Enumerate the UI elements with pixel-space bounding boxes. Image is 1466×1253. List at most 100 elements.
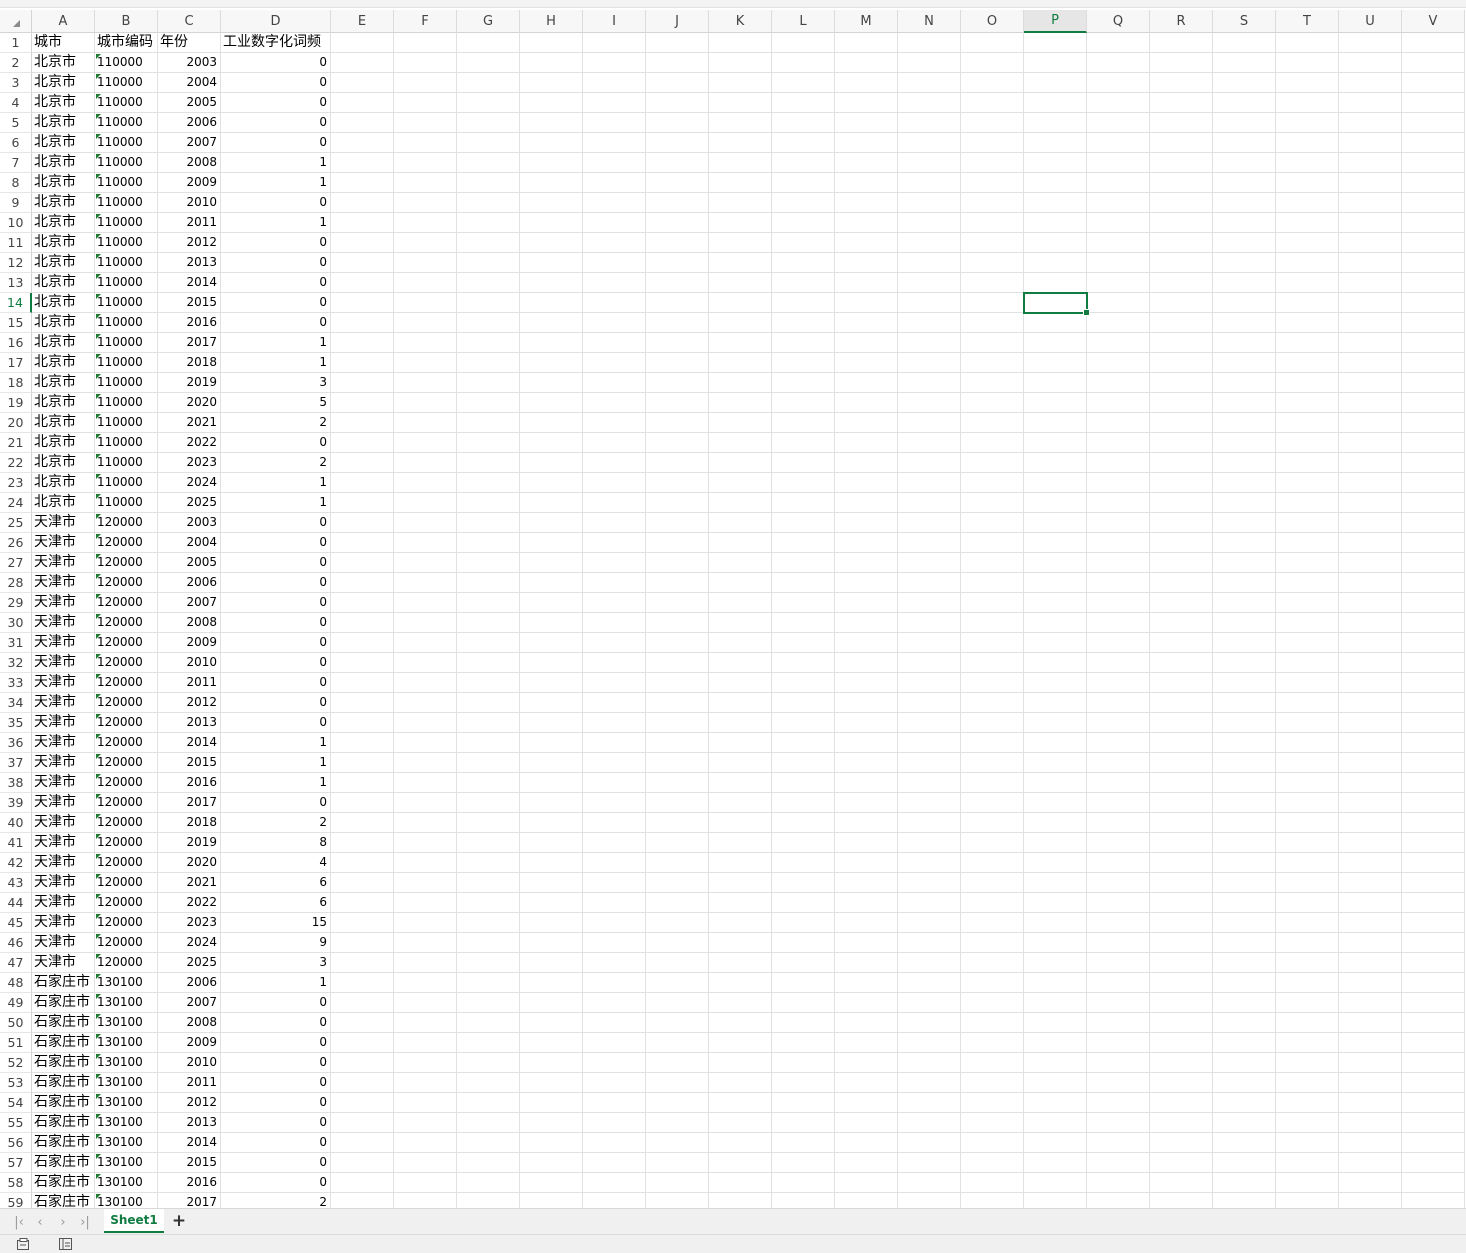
grid-cell[interactable] xyxy=(520,693,583,713)
city-code-cell[interactable]: 110000 xyxy=(95,93,158,113)
grid-cell[interactable] xyxy=(646,153,709,173)
city-cell[interactable]: 天津市 xyxy=(32,893,95,913)
grid-cell[interactable] xyxy=(772,273,835,293)
grid-cell[interactable] xyxy=(961,293,1024,313)
grid-cell[interactable] xyxy=(331,1033,394,1053)
city-cell[interactable]: 天津市 xyxy=(32,833,95,853)
grid-cell[interactable] xyxy=(961,893,1024,913)
grid-cell[interactable] xyxy=(1150,593,1213,613)
grid-cell[interactable] xyxy=(1339,453,1402,473)
grid-cell[interactable] xyxy=(898,313,961,333)
grid-cell[interactable] xyxy=(1276,673,1339,693)
grid-cell[interactable] xyxy=(646,693,709,713)
grid-cell[interactable] xyxy=(709,1033,772,1053)
grid-cell[interactable] xyxy=(331,333,394,353)
grid-cell[interactable] xyxy=(457,953,520,973)
grid-cell[interactable] xyxy=(1402,273,1465,293)
grid-cell[interactable] xyxy=(898,133,961,153)
grid-cell[interactable] xyxy=(646,513,709,533)
grid-cell[interactable] xyxy=(1402,513,1465,533)
grid-cell[interactable] xyxy=(1339,193,1402,213)
grid-cell[interactable] xyxy=(457,153,520,173)
grid-cell[interactable] xyxy=(1087,1113,1150,1133)
grid-cell[interactable] xyxy=(331,593,394,613)
grid-cell[interactable] xyxy=(394,33,457,53)
grid-cell[interactable] xyxy=(1339,793,1402,813)
city-code-cell[interactable]: 110000 xyxy=(95,213,158,233)
grid-cell[interactable] xyxy=(394,813,457,833)
grid-cell[interactable] xyxy=(898,153,961,173)
grid-cell[interactable] xyxy=(457,93,520,113)
city-code-cell[interactable]: 120000 xyxy=(95,533,158,553)
grid-cell[interactable] xyxy=(583,813,646,833)
grid-cell[interactable] xyxy=(583,1073,646,1093)
city-code-cell[interactable]: 110000 xyxy=(95,313,158,333)
city-code-cell[interactable]: 120000 xyxy=(95,753,158,773)
grid-cell[interactable] xyxy=(520,1013,583,1033)
frequency-cell[interactable]: 0 xyxy=(221,1073,331,1093)
grid-cell[interactable] xyxy=(1024,573,1087,593)
grid-cell[interactable] xyxy=(1213,93,1276,113)
grid-cell[interactable] xyxy=(1339,1173,1402,1193)
grid-cell[interactable] xyxy=(1339,833,1402,853)
grid-cell[interactable] xyxy=(1024,1153,1087,1173)
grid-cell[interactable] xyxy=(1339,533,1402,553)
frequency-cell[interactable]: 0 xyxy=(221,673,331,693)
grid-cell[interactable] xyxy=(1276,633,1339,653)
grid-cell[interactable] xyxy=(1339,573,1402,593)
frequency-cell[interactable]: 0 xyxy=(221,313,331,333)
grid-cell[interactable] xyxy=(331,433,394,453)
column-header-e[interactable]: E xyxy=(331,10,394,33)
grid-cell[interactable] xyxy=(331,193,394,213)
grid-cell[interactable] xyxy=(1150,273,1213,293)
frequency-cell[interactable]: 2 xyxy=(221,453,331,473)
grid-cell[interactable] xyxy=(1087,573,1150,593)
grid-cell[interactable] xyxy=(583,533,646,553)
row-header[interactable]: 17 xyxy=(0,353,32,373)
grid-cell[interactable] xyxy=(709,793,772,813)
grid-cell[interactable] xyxy=(1087,393,1150,413)
grid-cell[interactable] xyxy=(1213,573,1276,593)
grid-cell[interactable] xyxy=(898,353,961,373)
frequency-cell[interactable]: 0 xyxy=(221,653,331,673)
city-code-cell[interactable]: 110000 xyxy=(95,133,158,153)
grid-cell[interactable] xyxy=(961,953,1024,973)
grid-cell[interactable] xyxy=(583,833,646,853)
grid-cell[interactable] xyxy=(709,393,772,413)
grid-cell[interactable] xyxy=(1150,753,1213,773)
grid-cell[interactable] xyxy=(961,113,1024,133)
grid-cell[interactable] xyxy=(1087,73,1150,93)
grid-cell[interactable] xyxy=(772,1193,835,1208)
grid-cell[interactable] xyxy=(646,713,709,733)
grid-cell[interactable] xyxy=(1213,713,1276,733)
grid-cell[interactable] xyxy=(1402,693,1465,713)
grid-cell[interactable] xyxy=(1087,693,1150,713)
grid-cell[interactable] xyxy=(898,53,961,73)
year-cell[interactable]: 2010 xyxy=(158,653,221,673)
grid-cell[interactable] xyxy=(961,193,1024,213)
year-cell[interactable]: 2016 xyxy=(158,1173,221,1193)
grid-cell[interactable] xyxy=(583,173,646,193)
grid-cell[interactable] xyxy=(1024,1113,1087,1133)
grid-cell[interactable] xyxy=(898,633,961,653)
grid-cell[interactable] xyxy=(646,313,709,333)
grid-cell[interactable] xyxy=(1402,1013,1465,1033)
year-cell[interactable]: 2009 xyxy=(158,173,221,193)
grid-cell[interactable] xyxy=(898,373,961,393)
frequency-cell[interactable]: 0 xyxy=(221,233,331,253)
city-code-cell[interactable]: 110000 xyxy=(95,433,158,453)
grid-cell[interactable] xyxy=(898,753,961,773)
city-cell[interactable]: 北京市 xyxy=(32,153,95,173)
grid-cell[interactable] xyxy=(331,613,394,633)
grid-cell[interactable] xyxy=(835,793,898,813)
grid-cell[interactable] xyxy=(520,133,583,153)
grid-cell[interactable] xyxy=(709,733,772,753)
grid-cell[interactable] xyxy=(1024,493,1087,513)
grid-cell[interactable] xyxy=(772,1053,835,1073)
grid-cell[interactable] xyxy=(331,913,394,933)
grid-cell[interactable] xyxy=(1087,593,1150,613)
grid-cell[interactable] xyxy=(1024,113,1087,133)
grid-cell[interactable] xyxy=(1213,813,1276,833)
frequency-cell[interactable]: 0 xyxy=(221,1113,331,1133)
grid-cell[interactable] xyxy=(835,153,898,173)
